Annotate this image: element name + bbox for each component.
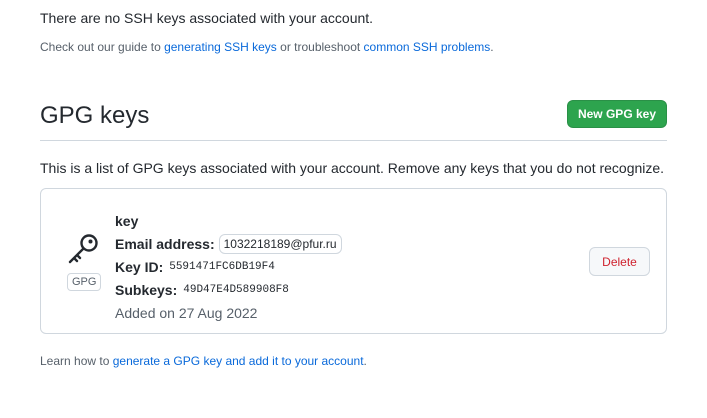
delete-gpg-key-button[interactable]: Delete [589,247,650,276]
settings-page: There are no SSH keys associated with yo… [0,0,707,418]
subkeys-value: 49D47E4D589908F8 [183,283,289,296]
generate-gpg-key-link[interactable]: generate a GPG key and add it to your ac… [113,354,364,368]
ssh-help-suffix: . [490,40,494,54]
new-gpg-key-button[interactable]: New GPG key [567,100,667,128]
ssh-help-text: Check out our guide to generating SSH ke… [40,40,494,54]
added-date: Added on 27 Aug 2022 [115,304,258,321]
gpg-key-icon-group: GPG [65,233,102,291]
gpg-badge: GPG [67,273,102,291]
gpg-section-header: GPG keys New GPG key [40,96,667,141]
gpg-key-details: key Email address: 1032218189@pfur.ru Ke… [115,209,342,324]
key-id-value: 5591471FC6DB19F4 [169,260,275,273]
generating-ssh-keys-link[interactable]: generating SSH keys [164,40,277,54]
ssh-help-prefix: Check out our guide to [40,40,165,54]
learn-prefix: Learn how to [40,354,113,368]
subkeys-label: Subkeys: [115,281,178,298]
ssh-empty-message: There are no SSH keys associated with yo… [40,10,374,26]
common-ssh-problems-link[interactable]: common SSH problems [364,40,491,54]
key-name: key [115,212,139,229]
key-id-label: Key ID: [115,258,164,275]
gpg-title: GPG keys [40,102,150,129]
key-icon [68,234,98,264]
gpg-description: This is a list of GPG keys associated wi… [40,160,665,176]
gpg-key-item: GPG key Email address: 1032218189@pfur.r… [40,188,667,334]
email-value: 1032218189@pfur.ru [218,233,342,254]
ssh-help-middle: or troubleshoot [276,40,364,54]
email-label: Email address: [115,235,215,252]
learn-gpg-text: Learn how to generate a GPG key and add … [40,354,367,368]
learn-suffix: . [363,354,367,368]
